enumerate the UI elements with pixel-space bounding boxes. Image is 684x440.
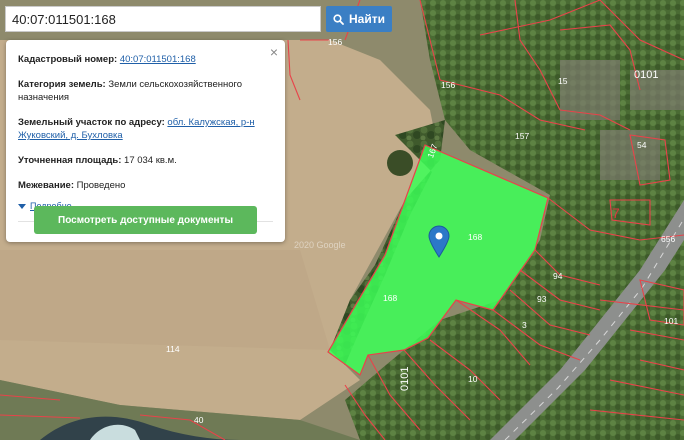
parcel-label: 15 xyxy=(558,76,568,86)
caret-down-icon xyxy=(18,203,26,209)
map-watermark: 2020 Google xyxy=(294,240,346,250)
survey-row: Межевание: Проведено xyxy=(18,179,273,192)
parcel-label: 40 xyxy=(194,415,204,425)
view-documents-button[interactable]: Посмотреть доступные документы xyxy=(34,206,257,234)
close-icon[interactable]: × xyxy=(270,45,278,59)
search-button-label: Найти xyxy=(349,12,385,26)
parcel-label: 94 xyxy=(553,271,563,281)
parcel-label: 656 xyxy=(661,234,675,244)
parcel-info-popup: × Кадастровый номер: 40:07:011501:168 Ка… xyxy=(6,40,285,242)
area-value: 17 034 кв.м. xyxy=(124,155,177,166)
parcel-label: 157 xyxy=(515,131,529,141)
area-row: Уточненная площадь: 17 034 кв.м. xyxy=(18,154,273,167)
cadastral-label: Кадастровый номер: xyxy=(18,54,118,65)
block-label: 0101 xyxy=(634,69,658,81)
address-label: Земельный участок по адресу: xyxy=(18,117,165,128)
cadastral-number-link[interactable]: 40:07:011501:168 xyxy=(120,54,196,65)
parcel-label: 114 xyxy=(166,344,180,354)
block-label: 0101 xyxy=(399,367,411,391)
search-input[interactable] xyxy=(5,6,321,32)
parcel-label: 10 xyxy=(468,374,478,384)
parcel-label: 168 xyxy=(383,293,397,303)
category-row: Категория земель: Земли сельскохозяйстве… xyxy=(18,78,273,104)
parcel-label: 3 xyxy=(522,320,527,330)
parcel-label: 54 xyxy=(637,140,647,150)
parcel-label: 156 xyxy=(441,80,455,90)
search-icon xyxy=(333,13,344,25)
address-row: Земельный участок по адресу: обл. Калужс… xyxy=(18,116,273,142)
parcel-label: 93 xyxy=(537,294,547,304)
field-stripe xyxy=(0,250,330,350)
cadastral-row: Кадастровый номер: 40:07:011501:168 xyxy=(18,53,273,66)
survey-label: Межевание: xyxy=(18,180,74,191)
tree-cluster xyxy=(387,150,413,176)
parcel-label: 168 xyxy=(468,232,482,242)
parcel-label: 7 xyxy=(612,205,620,221)
area-label: Уточненная площадь: xyxy=(18,155,122,166)
parcel-label: 101 xyxy=(664,316,678,326)
survey-value: Проведено xyxy=(76,180,126,191)
category-label: Категория земель: xyxy=(18,79,106,90)
search-button[interactable]: Найти xyxy=(326,6,392,32)
parcel-label: 156 xyxy=(328,37,342,47)
